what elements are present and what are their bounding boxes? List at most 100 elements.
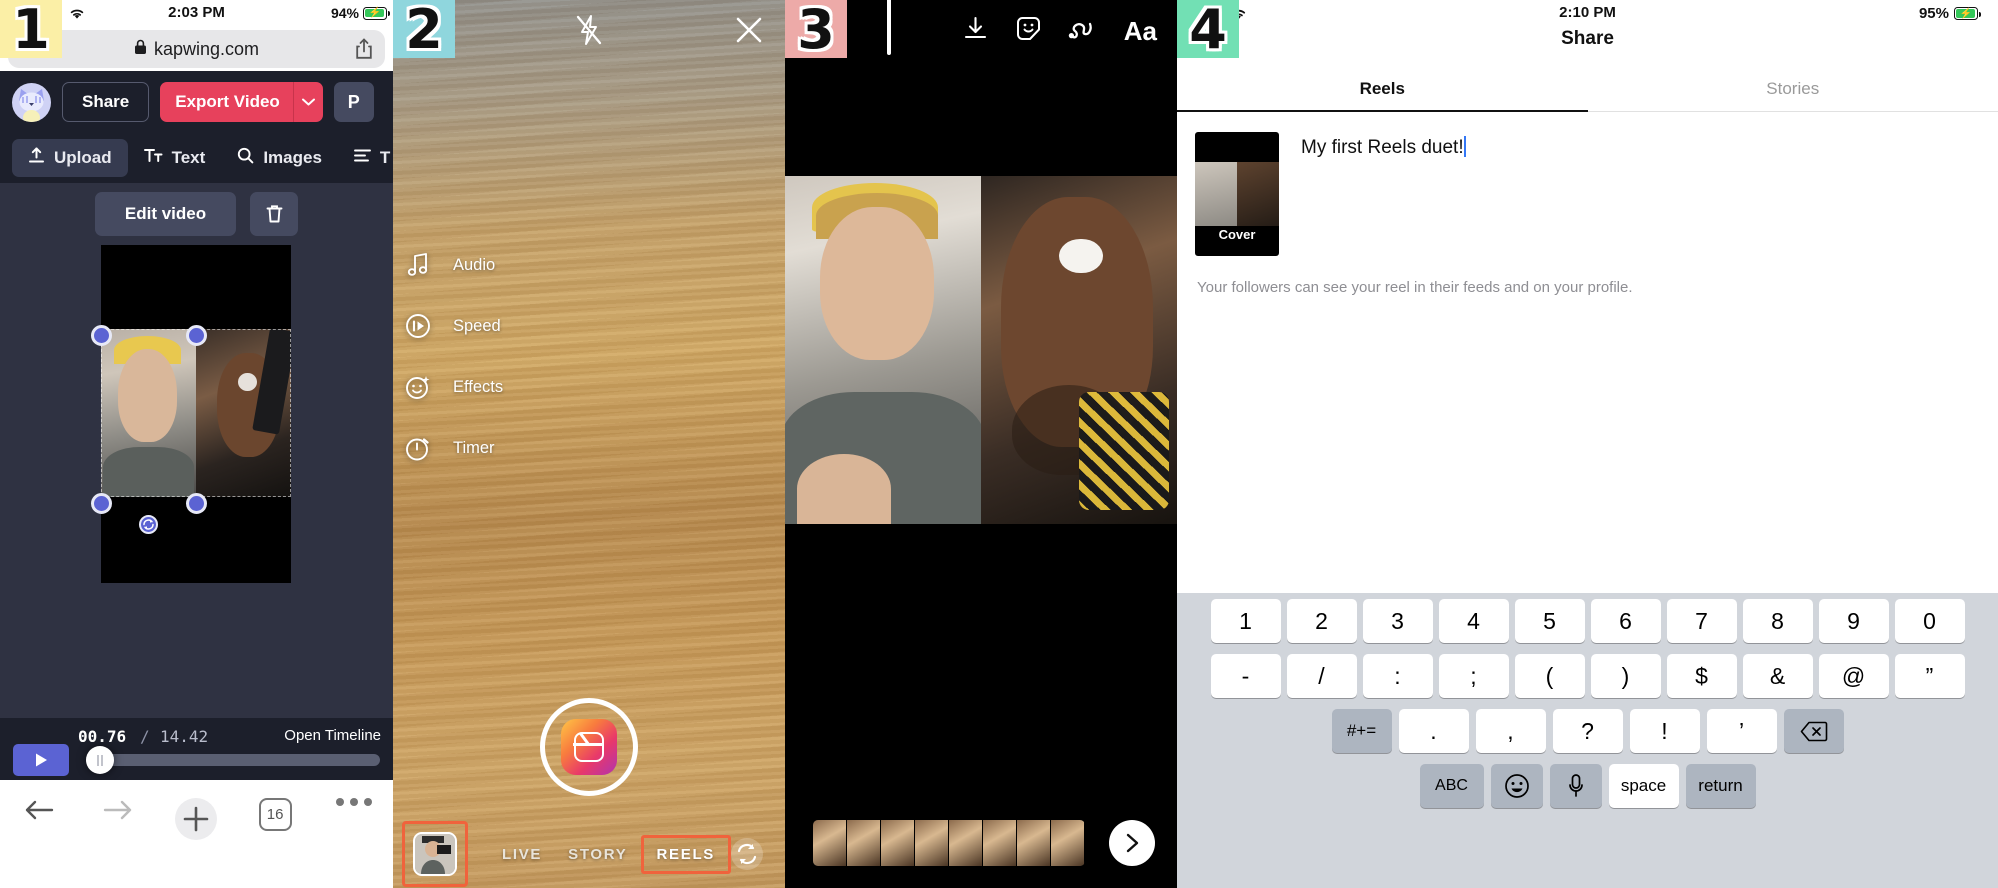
camera-roll-button[interactable] bbox=[402, 821, 468, 887]
battery-charging-icon: ⚡ bbox=[363, 6, 391, 20]
camera-bottom-bar: LIVE STORY REELS bbox=[393, 820, 785, 888]
emoji-icon[interactable] bbox=[1490, 764, 1543, 808]
key-2[interactable]: 2 bbox=[1286, 599, 1357, 643]
resize-handle-top-left[interactable] bbox=[91, 325, 112, 346]
key-at[interactable]: @ bbox=[1818, 654, 1889, 698]
battery-percent: 94% bbox=[330, 5, 359, 21]
chevron-down-icon[interactable] bbox=[292, 82, 323, 122]
camera-tool-audio[interactable]: Audio bbox=[403, 250, 503, 280]
url-pill[interactable]: kapwing.com bbox=[8, 30, 385, 68]
key-period[interactable]: . bbox=[1398, 709, 1469, 753]
camera-mode-reels[interactable]: REELS bbox=[640, 834, 732, 874]
reels-shutter-button[interactable] bbox=[540, 698, 638, 796]
resize-handle-bottom-left[interactable] bbox=[91, 493, 112, 514]
arrow-right-icon[interactable] bbox=[79, 798, 158, 822]
tab-reels[interactable]: Reels bbox=[1177, 66, 1588, 112]
flip-camera-icon[interactable] bbox=[729, 836, 765, 872]
keyboard-row-numbers: 1 2 3 4 5 6 7 8 9 0 bbox=[1180, 599, 1995, 643]
cover-preview bbox=[1195, 162, 1279, 226]
export-video-button[interactable]: Export Video bbox=[160, 82, 293, 122]
ios-status-bar-2: 2:10 PM 95% ⚡ bbox=[1177, 0, 1998, 28]
draw-icon[interactable] bbox=[1068, 16, 1098, 47]
key-4[interactable]: 4 bbox=[1438, 599, 1509, 643]
key-3[interactable]: 3 bbox=[1362, 599, 1433, 643]
cat-avatar-icon[interactable] bbox=[12, 82, 51, 122]
key-hyphen[interactable]: - bbox=[1210, 654, 1281, 698]
profile-initial-button[interactable]: P bbox=[333, 82, 374, 122]
key-apostrophe[interactable]: ’ bbox=[1706, 709, 1777, 753]
time-separator: / bbox=[140, 727, 150, 746]
cover-thumbnail[interactable]: Cover bbox=[1195, 132, 1279, 256]
chevron-right-icon bbox=[1126, 833, 1139, 853]
key-0[interactable]: 0 bbox=[1894, 599, 1965, 643]
key-paren-open[interactable]: ( bbox=[1514, 654, 1585, 698]
key-1[interactable]: 1 bbox=[1210, 599, 1281, 643]
tab-text[interactable]: Text bbox=[128, 140, 222, 176]
share-out-icon[interactable] bbox=[355, 38, 373, 65]
duet-right-video bbox=[981, 176, 1177, 524]
camera-tool-speed[interactable]: Speed bbox=[403, 311, 503, 341]
tab-tracks-label: T bbox=[379, 148, 391, 167]
key-return[interactable]: return bbox=[1685, 764, 1756, 808]
tab-stories[interactable]: Stories bbox=[1588, 66, 1998, 111]
key-dollar[interactable]: $ bbox=[1666, 654, 1737, 698]
tab-upload[interactable]: Upload bbox=[12, 139, 128, 177]
edit-video-button[interactable]: Edit video bbox=[94, 192, 237, 236]
key-exclamation[interactable]: ! bbox=[1629, 709, 1700, 753]
caption-input[interactable]: My first Reels duet! bbox=[1301, 132, 1978, 256]
download-icon[interactable] bbox=[962, 15, 989, 47]
sticker-icon[interactable] bbox=[1015, 15, 1042, 47]
key-5[interactable]: 5 bbox=[1514, 599, 1585, 643]
key-8[interactable]: 8 bbox=[1742, 599, 1813, 643]
key-symbols-toggle[interactable]: #+= bbox=[1331, 709, 1392, 753]
tab-images-label: Images bbox=[263, 148, 322, 167]
delete-key-icon[interactable] bbox=[1783, 709, 1844, 753]
filmstrip-trimmer[interactable] bbox=[813, 820, 1085, 866]
tab-tracks[interactable]: T bbox=[338, 140, 393, 176]
key-ampersand[interactable]: & bbox=[1742, 654, 1813, 698]
key-quote[interactable]: ” bbox=[1894, 654, 1965, 698]
share-tabs: Reels Stories bbox=[1177, 66, 1998, 112]
camera-tool-timer[interactable]: Timer bbox=[403, 433, 503, 463]
plus-icon[interactable] bbox=[157, 798, 236, 840]
camera-mode-story[interactable]: STORY bbox=[555, 838, 640, 871]
microphone-icon[interactable] bbox=[1549, 764, 1602, 808]
key-paren-close[interactable]: ) bbox=[1590, 654, 1661, 698]
key-7[interactable]: 7 bbox=[1666, 599, 1737, 643]
play-icon[interactable] bbox=[13, 744, 69, 776]
ellipsis-icon[interactable] bbox=[314, 798, 393, 806]
key-abc[interactable]: ABC bbox=[1419, 764, 1484, 808]
resize-handle-top-right[interactable] bbox=[186, 325, 207, 346]
arrow-left-icon[interactable] bbox=[0, 798, 79, 822]
key-space[interactable]: space bbox=[1608, 764, 1679, 808]
rotate-icon[interactable] bbox=[139, 515, 158, 534]
scrubber-handle[interactable] bbox=[86, 746, 114, 774]
close-icon[interactable] bbox=[735, 16, 763, 49]
key-colon[interactable]: : bbox=[1362, 654, 1433, 698]
open-timeline-button[interactable]: Open Timeline bbox=[284, 727, 381, 744]
key-question[interactable]: ? bbox=[1552, 709, 1623, 753]
reels-shutter-icon bbox=[561, 719, 617, 775]
kapwing-canvas[interactable] bbox=[0, 245, 393, 605]
tab-upload-label: Upload bbox=[54, 148, 112, 167]
share-button[interactable]: Share bbox=[62, 82, 150, 122]
scrubber-track[interactable] bbox=[88, 754, 380, 766]
panel-4-share-screen: 4 2:10 PM 95% ⚡ Share Reels Stories Cove… bbox=[1177, 0, 1998, 888]
status-time-2: 2:10 PM bbox=[1559, 4, 1616, 21]
trash-icon[interactable] bbox=[250, 192, 299, 236]
camera-tool-effects[interactable]: Effects bbox=[403, 372, 503, 402]
flash-off-icon[interactable] bbox=[575, 14, 603, 51]
tab-images[interactable]: Images bbox=[221, 139, 338, 177]
resize-handle-bottom-right[interactable] bbox=[186, 493, 207, 514]
next-button[interactable] bbox=[1109, 820, 1155, 866]
tab-count-button[interactable]: 16 bbox=[236, 798, 315, 831]
key-semicolon[interactable]: ; bbox=[1438, 654, 1509, 698]
camera-mode-live[interactable]: LIVE bbox=[489, 838, 555, 871]
key-6[interactable]: 6 bbox=[1590, 599, 1661, 643]
text-aa-icon[interactable]: Aa bbox=[1124, 16, 1157, 47]
duet-video-player[interactable] bbox=[785, 176, 1177, 524]
kapwing-header: Share Export Video P bbox=[0, 71, 393, 133]
key-9[interactable]: 9 bbox=[1818, 599, 1889, 643]
key-comma[interactable]: , bbox=[1475, 709, 1546, 753]
key-slash[interactable]: / bbox=[1286, 654, 1357, 698]
